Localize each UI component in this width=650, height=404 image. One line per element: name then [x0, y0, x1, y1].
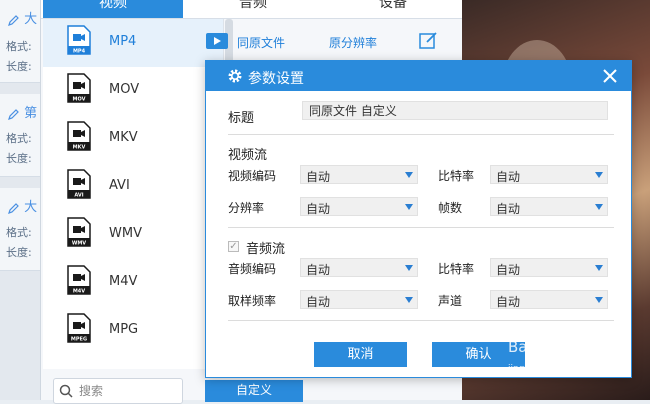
audio-bitrate-label: 比特率	[438, 262, 475, 276]
video-bitrate-select[interactable]: 自动	[490, 165, 608, 184]
chevron-down-icon	[405, 265, 413, 271]
close-icon[interactable]	[602, 68, 618, 84]
edit-icon[interactable]	[8, 202, 20, 214]
search-placeholder: 搜索	[79, 384, 104, 398]
same-as-source-label: 同原文件	[237, 36, 286, 50]
format-item-mov[interactable]: MOV MOV	[43, 67, 223, 115]
file-card[interactable]: 大 格式: 长度:	[0, 188, 40, 271]
length-label: 长度:	[6, 60, 32, 73]
format-label: MP4	[109, 34, 137, 49]
cancel-button[interactable]: 取消	[314, 342, 407, 367]
edit-icon[interactable]	[8, 14, 20, 26]
format-label: MPG	[109, 322, 139, 337]
chevron-down-icon	[405, 204, 413, 210]
file-name: 第	[24, 106, 38, 121]
audio-stream-checkbox[interactable]: ✓	[228, 241, 239, 252]
divider	[228, 134, 614, 135]
format-item-mp4[interactable]: MP4 MP4	[43, 19, 223, 67]
dialog-title-bar: 参数设置	[206, 61, 631, 91]
file-format-icon: MP4	[67, 25, 91, 55]
length-label: 长度:	[6, 246, 32, 259]
format-label: 格式:	[6, 132, 32, 145]
svg-text:MPEG: MPEG	[71, 337, 87, 343]
audio-stream-heading: 音频流	[246, 242, 286, 257]
chevron-down-icon	[405, 172, 413, 178]
file-format-icon: M4V	[67, 265, 91, 295]
framerate-select[interactable]: 自动	[490, 197, 608, 216]
file-format-icon: MKV	[67, 121, 91, 151]
format-label: M4V	[109, 274, 138, 289]
format-label: WMV	[109, 226, 142, 241]
format-tabs: 视频 音频 设备	[41, 0, 463, 19]
chevron-down-icon	[595, 204, 603, 210]
divider	[228, 227, 614, 228]
format-item-m4v[interactable]: M4V M4V	[43, 259, 223, 307]
resolution-label: 原分辨率	[329, 36, 378, 50]
svg-text:WMV: WMV	[72, 241, 86, 247]
file-name: 大	[24, 12, 38, 27]
custom-button[interactable]: 自定义	[205, 380, 303, 402]
file-name: 大	[24, 200, 38, 215]
file-format-icon: MOV	[67, 73, 91, 103]
format-list: MP4 MP4 MOV MOV MKV MKV AVI AVI WMV WMV M4V M4V MPEG…	[43, 19, 224, 369]
channel-label: 声道	[438, 294, 463, 308]
audio-encoder-select[interactable]: 自动	[300, 258, 418, 277]
samplerate-label: 取样频率	[228, 294, 277, 308]
divider	[228, 320, 614, 321]
tab-video[interactable]: 视频	[43, 0, 183, 18]
file-format-icon: MPEG	[67, 313, 91, 343]
svg-text:M4V: M4V	[73, 289, 85, 295]
video-encoder-select[interactable]: 自动	[300, 165, 418, 184]
format-item-wmv[interactable]: WMV WMV	[43, 211, 223, 259]
settings-dialog: 参数设置 标题 同原文件 自定义 视频流 视频编码 自动 比特率 自动 分辨率 …	[205, 60, 632, 378]
tab-device[interactable]: 设备	[323, 0, 463, 18]
file-card[interactable]: 第 格式: 长度:	[0, 94, 40, 177]
title-label: 标题	[228, 111, 255, 126]
video-icon	[206, 33, 228, 49]
edit-icon[interactable]	[8, 108, 20, 120]
format-item-avi[interactable]: AVI AVI	[43, 163, 223, 211]
chevron-down-icon	[595, 265, 603, 271]
file-card[interactable]: 大 格式: 长度:	[0, 0, 40, 83]
audio-encoder-label: 音频编码	[228, 262, 277, 276]
channel-select[interactable]: 自动	[490, 290, 608, 309]
format-item-mkv[interactable]: MKV MKV	[43, 115, 223, 163]
svg-text:MP4: MP4	[73, 49, 86, 55]
format-label: 格式:	[6, 40, 32, 53]
resolution-label: 分辨率	[228, 201, 265, 215]
watermark: Baidu 经验	[508, 338, 586, 356]
video-encoder-label: 视频编码	[228, 169, 277, 183]
video-stream-heading: 视频流	[228, 148, 268, 163]
svg-text:MOV: MOV	[73, 97, 86, 103]
title-field[interactable]: 同原文件 自定义	[302, 101, 608, 120]
audio-bitrate-select[interactable]: 自动	[490, 258, 608, 277]
chevron-down-icon	[595, 172, 603, 178]
edit-preset-icon[interactable]	[419, 32, 439, 50]
format-label: MKV	[109, 130, 138, 145]
chevron-down-icon	[405, 297, 413, 303]
svg-text:AVI: AVI	[74, 193, 83, 199]
svg-text:MKV: MKV	[73, 145, 86, 151]
format-label: MOV	[109, 82, 140, 97]
chevron-down-icon	[595, 297, 603, 303]
format-item-mpg[interactable]: MPEG MPG	[43, 307, 223, 355]
tab-audio[interactable]: 音频	[183, 0, 323, 18]
search-icon	[59, 384, 73, 398]
file-format-icon: AVI	[67, 169, 91, 199]
framerate-label: 帧数	[438, 201, 463, 215]
file-format-icon: WMV	[67, 217, 91, 247]
length-label: 长度:	[6, 152, 32, 165]
resolution-select[interactable]: 自动	[300, 197, 418, 216]
dialog-title: 参数设置	[248, 71, 304, 87]
watermark-url: jingyan.baidu.com	[508, 364, 592, 374]
format-label: 格式:	[6, 226, 32, 239]
video-bitrate-label: 比特率	[438, 169, 475, 183]
gear-icon	[228, 69, 242, 83]
samplerate-select[interactable]: 自动	[300, 290, 418, 309]
format-label: AVI	[109, 178, 130, 193]
